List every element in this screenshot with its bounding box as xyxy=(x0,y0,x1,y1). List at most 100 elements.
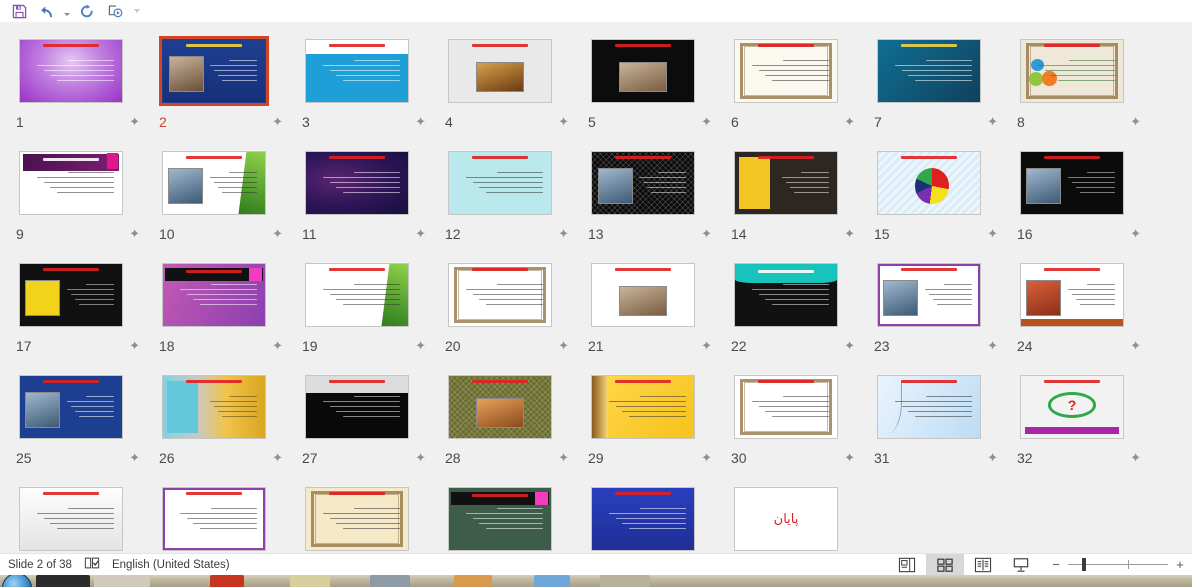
slide-sorter-canvas[interactable]: 1 ✦ 2 ✦ 3 ✦ 4 ✦ 5 ✦ 6 ✦ 7 ✦ 8 ✦ 9 ✦ 10 ✦ 11 ✦ 12 ✦ 13 ✦ 14 ✦ 15 ✦ 16 ✦ 1… xyxy=(0,22,1192,553)
slide-thumbnail-frame[interactable] xyxy=(1017,36,1127,106)
slide-thumbnail-28[interactable]: 28 ✦ xyxy=(445,366,588,478)
customize-qat-caret-icon[interactable] xyxy=(130,1,144,21)
animation-star-icon[interactable]: ✦ xyxy=(987,339,998,353)
animation-star-icon[interactable]: ✦ xyxy=(129,451,140,465)
slide-thumbnail-7[interactable]: 7 ✦ xyxy=(874,30,1017,142)
taskbar-item[interactable] xyxy=(370,575,410,587)
animation-star-icon[interactable]: ✦ xyxy=(987,451,998,465)
slide-thumbnail-11[interactable]: 11 ✦ xyxy=(302,142,445,254)
slide-canvas[interactable] xyxy=(162,39,266,103)
taskbar-item[interactable] xyxy=(36,575,90,587)
slide-thumbnail-29[interactable]: 29 ✦ xyxy=(588,366,731,478)
slide-thumbnail-frame[interactable] xyxy=(302,36,412,106)
animation-star-icon[interactable]: ✦ xyxy=(129,339,140,353)
slide-canvas[interactable] xyxy=(1020,151,1124,215)
slide-thumbnail-frame[interactable] xyxy=(588,36,698,106)
slide-canvas[interactable] xyxy=(591,263,695,327)
slide-canvas[interactable] xyxy=(1020,263,1124,327)
slide-canvas[interactable] xyxy=(305,39,409,103)
animation-star-icon[interactable]: ✦ xyxy=(272,451,283,465)
slide-canvas[interactable] xyxy=(1020,39,1124,103)
animation-star-icon[interactable]: ✦ xyxy=(1130,451,1141,465)
zoom-slider[interactable] xyxy=(1068,557,1168,572)
animation-star-icon[interactable]: ✦ xyxy=(844,451,855,465)
slide-thumbnail-36[interactable]: 36✦ xyxy=(445,478,588,553)
slide-canvas[interactable] xyxy=(591,151,695,215)
slide-thumbnail-17[interactable]: 17 ✦ xyxy=(16,254,159,366)
slide-canvas[interactable] xyxy=(19,263,123,327)
animation-star-icon[interactable]: ✦ xyxy=(558,451,569,465)
animation-star-icon[interactable]: ✦ xyxy=(558,227,569,241)
slide-thumbnail-23[interactable]: 23 ✦ xyxy=(874,254,1017,366)
slide-canvas[interactable] xyxy=(19,151,123,215)
slide-thumbnail-frame[interactable] xyxy=(731,36,841,106)
animation-star-icon[interactable]: ✦ xyxy=(701,339,712,353)
animation-star-icon[interactable]: ✦ xyxy=(1130,339,1141,353)
zoom-in-button[interactable]: + xyxy=(1174,558,1186,571)
slide-thumbnail-16[interactable]: 16 ✦ xyxy=(1017,142,1160,254)
slide-thumbnail-frame[interactable] xyxy=(1017,148,1127,218)
slide-thumbnail-15[interactable]: 15 ✦ xyxy=(874,142,1017,254)
slide-thumbnail-frame[interactable] xyxy=(159,484,269,553)
slide-thumbnail-frame[interactable] xyxy=(874,148,984,218)
slide-thumbnail-frame[interactable] xyxy=(588,372,698,442)
slide-canvas[interactable] xyxy=(162,151,266,215)
slide-thumbnail-21[interactable]: 21 ✦ xyxy=(588,254,731,366)
slide-thumbnail-frame[interactable] xyxy=(1017,260,1127,330)
animation-star-icon[interactable]: ✦ xyxy=(129,115,140,129)
slide-thumbnail-frame[interactable] xyxy=(731,148,841,218)
slide-thumbnail-frame[interactable] xyxy=(731,372,841,442)
slide-canvas[interactable] xyxy=(734,375,838,439)
animation-star-icon[interactable]: ✦ xyxy=(558,115,569,129)
slide-thumbnail-26[interactable]: 26 ✦ xyxy=(159,366,302,478)
slide-canvas[interactable] xyxy=(162,263,266,327)
language-indicator[interactable]: English (United States) xyxy=(112,558,230,572)
slide-thumbnail-30[interactable]: 30 ✦ xyxy=(731,366,874,478)
animation-star-icon[interactable]: ✦ xyxy=(987,227,998,241)
animation-star-icon[interactable]: ✦ xyxy=(272,227,283,241)
taskbar-item[interactable] xyxy=(94,575,150,587)
view-normal-button[interactable] xyxy=(888,554,926,576)
slide-canvas[interactable] xyxy=(448,487,552,551)
slide-canvas[interactable] xyxy=(19,39,123,103)
slide-thumbnail-frame[interactable] xyxy=(588,484,698,553)
view-slide-sorter-button[interactable] xyxy=(926,553,964,576)
slide-thumbnail-frame[interactable] xyxy=(445,36,555,106)
slide-thumbnail-32[interactable]: ? 32 ✦ xyxy=(1017,366,1160,478)
slide-thumbnail-38[interactable]: پایان38✦ xyxy=(731,478,874,553)
slide-canvas[interactable] xyxy=(877,39,981,103)
slide-thumbnail-frame[interactable] xyxy=(445,372,555,442)
slide-thumbnail-13[interactable]: 13 ✦ xyxy=(588,142,731,254)
start-presentation-icon[interactable] xyxy=(102,1,128,21)
slide-thumbnail-frame[interactable] xyxy=(874,36,984,106)
slide-thumbnail-14[interactable]: 14 ✦ xyxy=(731,142,874,254)
slide-canvas[interactable] xyxy=(448,375,552,439)
slide-thumbnail-frame[interactable] xyxy=(16,36,126,106)
zoom-slider-handle[interactable] xyxy=(1082,557,1086,571)
slide-canvas[interactable] xyxy=(591,39,695,103)
view-slide-show-button[interactable] xyxy=(1002,554,1040,576)
taskbar-item[interactable] xyxy=(210,575,244,587)
slide-canvas[interactable] xyxy=(877,151,981,215)
slide-thumbnail-frame[interactable] xyxy=(731,260,841,330)
save-icon[interactable] xyxy=(6,1,32,21)
slide-thumbnail-frame[interactable] xyxy=(445,260,555,330)
slide-canvas[interactable] xyxy=(448,39,552,103)
animation-star-icon[interactable]: ✦ xyxy=(844,227,855,241)
slide-canvas[interactable] xyxy=(19,375,123,439)
slide-thumbnail-34[interactable]: 34✦ xyxy=(159,478,302,553)
animation-star-icon[interactable]: ✦ xyxy=(272,339,283,353)
slide-thumbnail-frame[interactable] xyxy=(302,148,412,218)
slide-thumbnail-frame[interactable] xyxy=(588,148,698,218)
slide-thumbnail-frame[interactable] xyxy=(445,148,555,218)
animation-star-icon[interactable]: ✦ xyxy=(844,115,855,129)
animation-star-icon[interactable]: ✦ xyxy=(129,227,140,241)
slide-thumbnail-frame[interactable] xyxy=(16,260,126,330)
slide-thumbnail-2[interactable]: 2 ✦ xyxy=(159,30,302,142)
slide-canvas[interactable] xyxy=(734,39,838,103)
slide-canvas[interactable]: پایان xyxy=(734,487,838,551)
animation-star-icon[interactable]: ✦ xyxy=(844,339,855,353)
slide-canvas[interactable] xyxy=(591,375,695,439)
animation-star-icon[interactable]: ✦ xyxy=(987,115,998,129)
animation-star-icon[interactable]: ✦ xyxy=(272,115,283,129)
